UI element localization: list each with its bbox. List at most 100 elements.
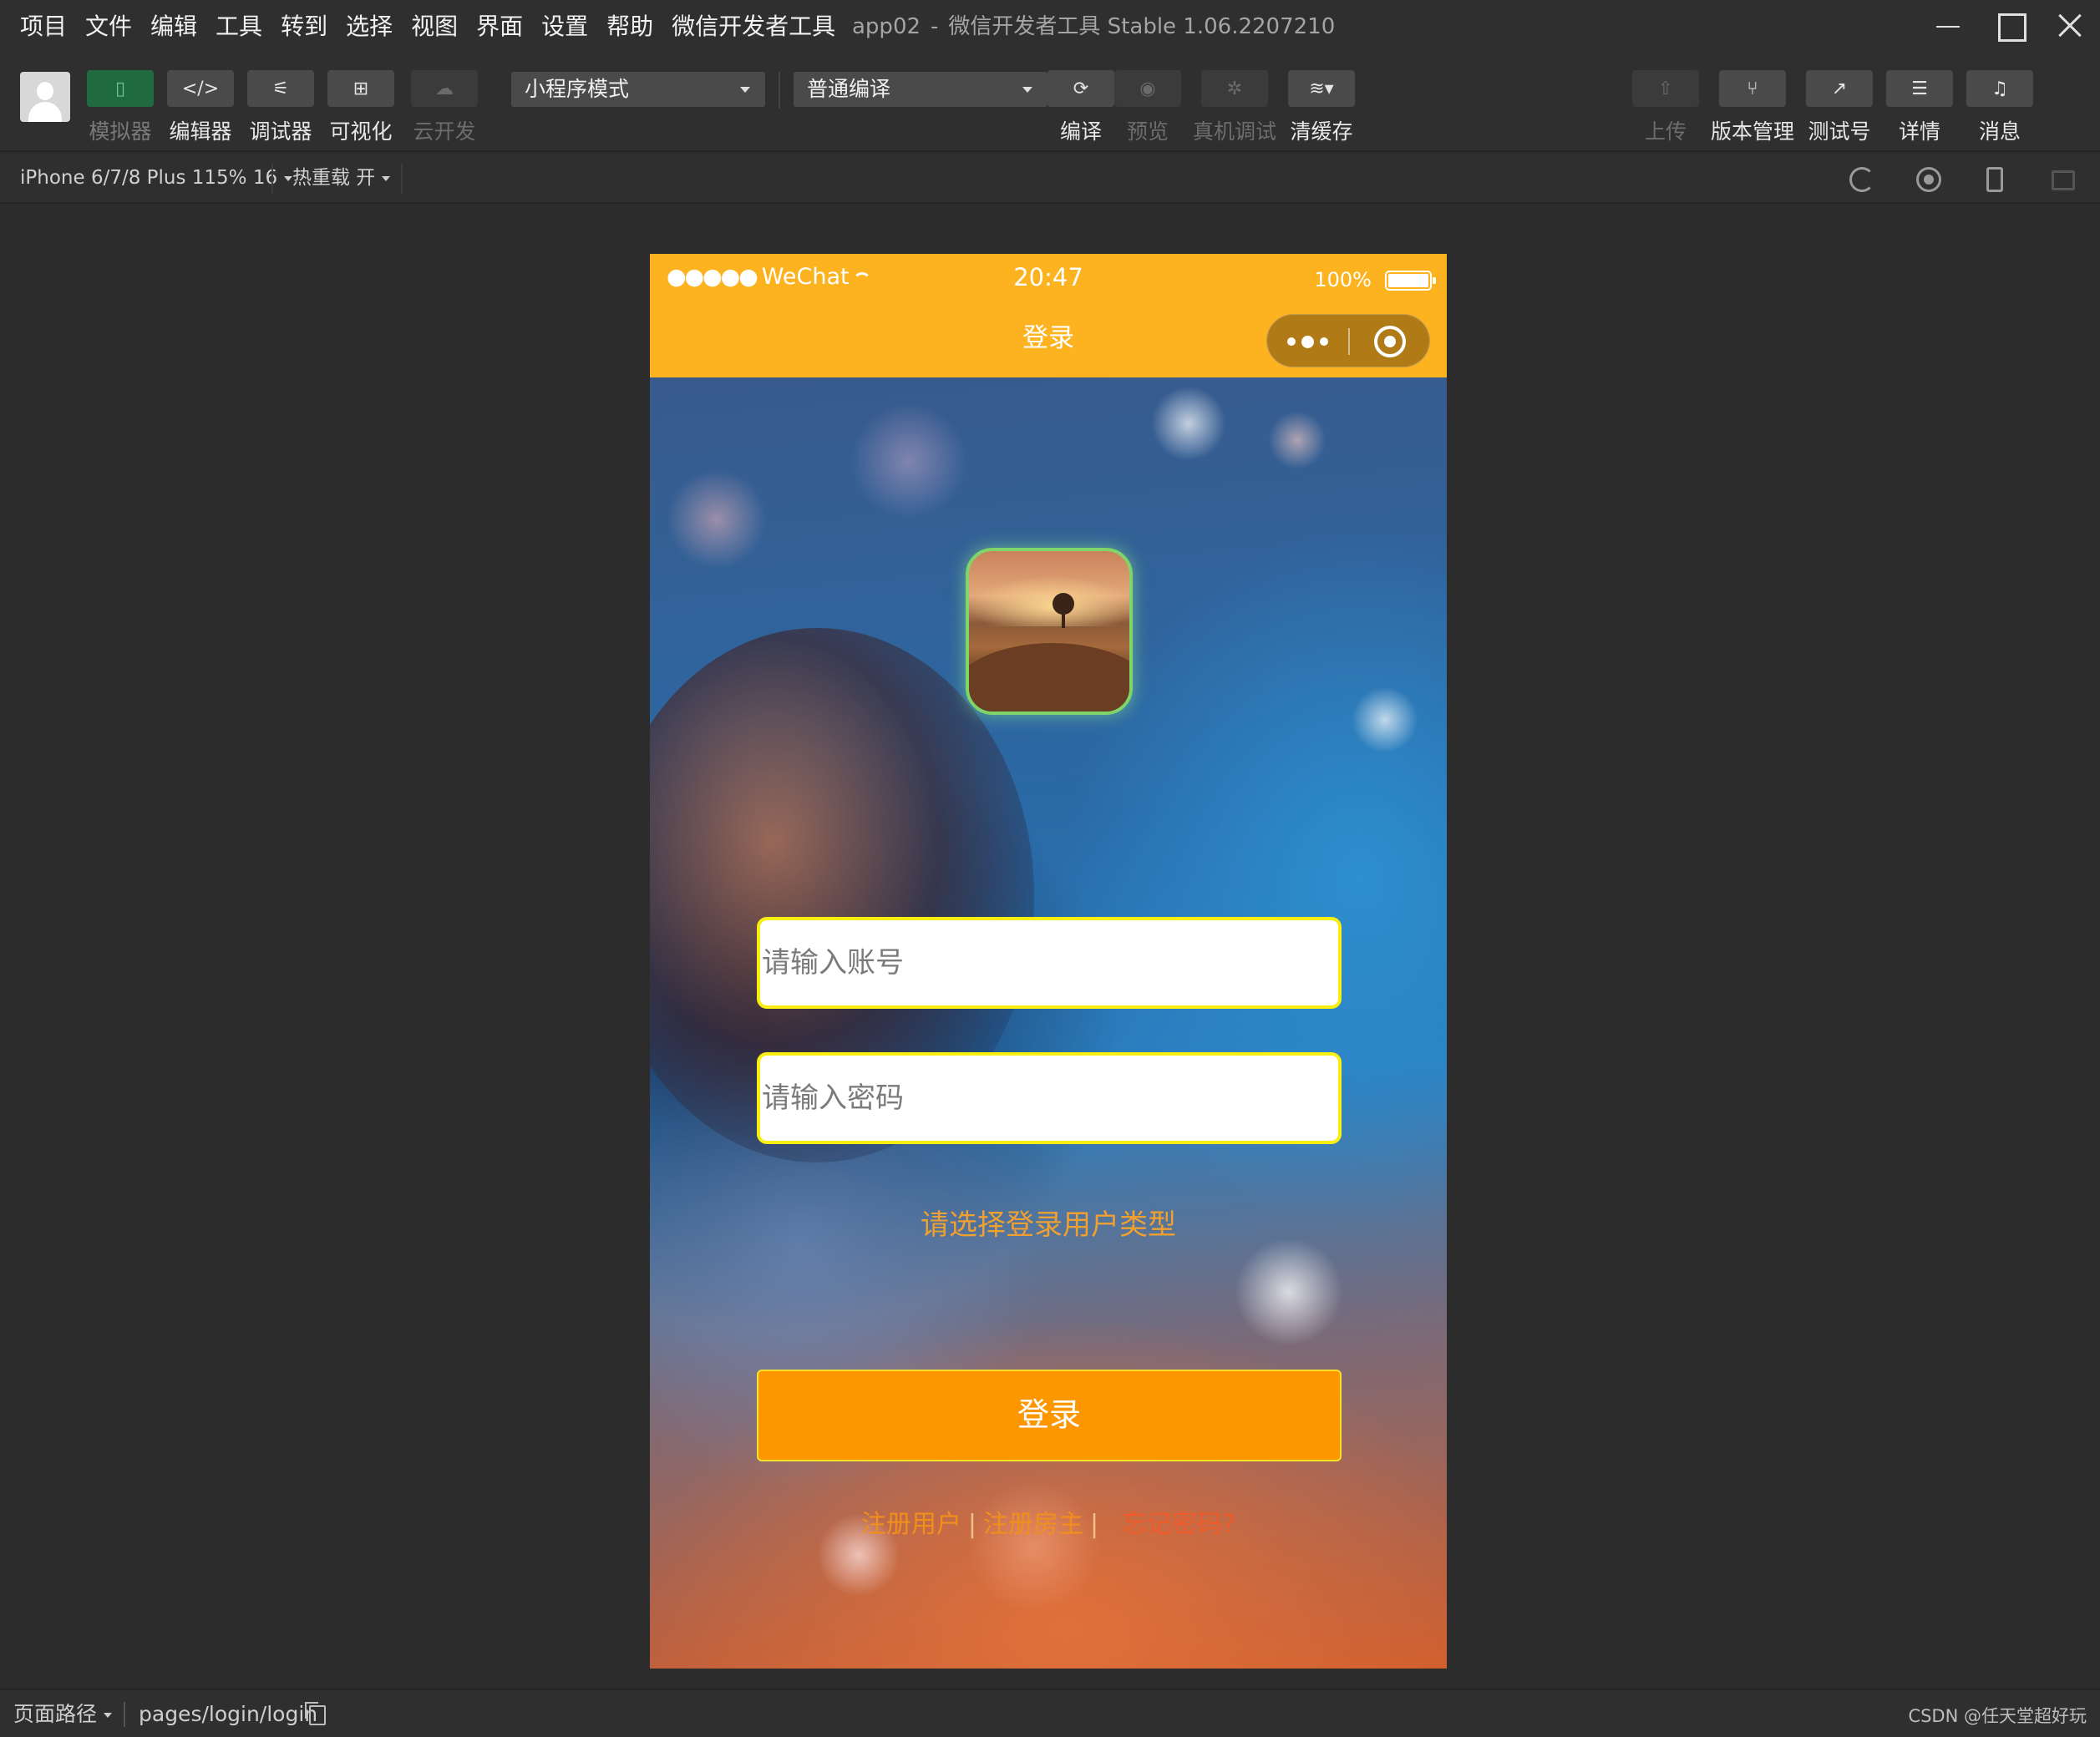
remote-debug-label: 真机调试 xyxy=(1192,119,1276,144)
background-bokeh xyxy=(1268,411,1326,469)
register-owner-link[interactable]: 注册房主 xyxy=(983,1510,1083,1539)
device-select-value: iPhone 6/7/8 Plus 115% 16 xyxy=(20,167,278,189)
messages-label: 消息 xyxy=(1978,119,2021,144)
project-name: app02 xyxy=(852,14,921,39)
clear-cache-label: 清缓存 xyxy=(1290,119,1353,144)
compile-select[interactable]: 普通编译 xyxy=(794,72,1047,107)
cloud-tool[interactable]: ☁ 云开发 xyxy=(411,70,478,145)
close-icon[interactable] xyxy=(2053,8,2090,45)
battery-icon xyxy=(1385,271,1436,291)
upload-button[interactable]: ⇧ 上传 xyxy=(1632,70,1699,145)
menu-view[interactable]: 视图 xyxy=(411,10,458,43)
test-account-button[interactable]: ↗ 测试号 xyxy=(1806,70,1873,145)
preview-label: 预览 xyxy=(1126,119,1169,144)
menu-project[interactable]: 项目 xyxy=(20,10,67,43)
title-separator: - xyxy=(931,14,939,39)
main-menu: 项目 文件 编辑 工具 转到 选择 视图 界面 设置 帮助 微信开发者工具 xyxy=(20,10,854,43)
details-button[interactable]: ☰ 详情 xyxy=(1886,70,1953,145)
menu-edit[interactable]: 编辑 xyxy=(150,10,197,43)
upload-icon: ⇧ xyxy=(1632,70,1699,107)
device-bar: iPhone 6/7/8 Plus 115% 16 热重载 开 xyxy=(0,154,2100,204)
preview-button[interactable]: ◉ 预览 xyxy=(1114,70,1181,145)
battery-percent: 100% xyxy=(1314,268,1372,291)
layout-icon: ⊞ xyxy=(327,70,394,107)
menu-help[interactable]: 帮助 xyxy=(606,10,653,43)
bug-icon: ✲ xyxy=(1201,70,1268,107)
copy-icon[interactable] xyxy=(305,1702,326,1725)
messages-button[interactable]: ♫ 消息 xyxy=(1966,70,2033,145)
capsule-menu xyxy=(1266,314,1430,367)
watermark: CSDN @任天堂超好玩 xyxy=(1908,1706,2087,1726)
menu-file[interactable]: 文件 xyxy=(85,10,132,43)
menu-interface[interactable]: 界面 xyxy=(476,10,523,43)
editor-tool[interactable]: </> 编辑器 xyxy=(167,70,234,145)
product-name: 微信开发者工具 Stable 1.06.2207210 xyxy=(948,14,1336,39)
visual-tool[interactable]: ⊞ 可视化 xyxy=(327,70,394,145)
menu-settings[interactable]: 设置 xyxy=(541,10,588,43)
mode-select[interactable]: 小程序模式 xyxy=(511,72,765,107)
password-input[interactable]: 请输入密码 xyxy=(757,1052,1342,1144)
simulator-tool[interactable]: ▯ 模拟器 xyxy=(87,70,154,145)
branch-icon: ⑂ xyxy=(1719,70,1786,107)
clear-cache-button[interactable]: ≋▾ 清缓存 xyxy=(1288,70,1355,145)
menu-lines-icon: ☰ xyxy=(1886,70,1953,107)
device-select[interactable]: iPhone 6/7/8 Plus 115% 16 xyxy=(20,165,293,190)
debugger-tool[interactable]: ⚟ 调试器 xyxy=(247,70,314,145)
compile-select-value: 普通编译 xyxy=(807,77,891,101)
code-icon: </> xyxy=(167,70,234,107)
avatar[interactable] xyxy=(20,72,70,122)
popout-window-icon[interactable] xyxy=(2052,170,2075,190)
menu-select[interactable]: 选择 xyxy=(346,10,393,43)
minimize-icon[interactable] xyxy=(1931,8,1968,45)
user-type-picker[interactable]: 请选择登录用户类型 xyxy=(650,1204,1447,1246)
close-miniprogram-icon[interactable] xyxy=(1374,326,1406,357)
app-logo xyxy=(966,548,1133,715)
version-label: 版本管理 xyxy=(1710,119,1794,144)
chevron-down-icon xyxy=(284,175,293,181)
toolbar-divider xyxy=(779,72,780,109)
menu-wechat-devtools[interactable]: 微信开发者工具 xyxy=(672,10,835,43)
eye-icon: ◉ xyxy=(1114,70,1181,107)
capsule-divider xyxy=(1348,328,1350,355)
background-bokeh xyxy=(1235,1238,1343,1346)
hot-reload-toggle[interactable]: 热重载 开 xyxy=(292,165,391,190)
chevron-down-icon xyxy=(382,175,391,181)
maximize-icon[interactable] xyxy=(1993,8,2030,45)
link-divider: | xyxy=(1090,1510,1099,1539)
background-bokeh xyxy=(967,1480,1101,1613)
chevron-down-icon xyxy=(740,87,750,93)
bell-icon: ♫ xyxy=(1966,70,2033,107)
divider xyxy=(401,164,403,194)
phone-status-bar: ●●●●● WeChat 20:47 100% xyxy=(650,254,1447,301)
nav-bar: 登录 xyxy=(650,301,1447,377)
page-path-toggle[interactable]: 页面路径 xyxy=(13,1700,113,1729)
account-input[interactable]: 请输入账号 xyxy=(757,917,1342,1009)
remote-debug-button[interactable]: ✲ 真机调试 xyxy=(1193,70,1276,145)
chevron-down-icon xyxy=(104,1713,113,1718)
login-button[interactable]: 登录 xyxy=(757,1370,1342,1461)
menu-goto[interactable]: 转到 xyxy=(281,10,327,43)
more-dots-icon[interactable] xyxy=(1267,315,1347,368)
record-icon[interactable] xyxy=(1916,167,1941,192)
phone-icon: ▯ xyxy=(87,70,154,107)
background-bokeh xyxy=(667,469,767,570)
bottom-status-bar: 页面路径 pages/login/login CSDN @任天堂超好玩 xyxy=(0,1689,2100,1737)
page-path: pages/login/login xyxy=(139,1702,318,1726)
external-link-icon: ↗ xyxy=(1806,70,1873,107)
phone-icon[interactable] xyxy=(1986,167,2003,192)
background-bokeh xyxy=(1352,686,1418,753)
mode-select-value: 小程序模式 xyxy=(525,77,630,101)
layers-icon: ≋▾ xyxy=(1288,70,1355,107)
cloud-label: 云开发 xyxy=(413,119,476,144)
cloud-icon: ☁ xyxy=(411,70,478,107)
forgot-password-link[interactable]: 忘记密码? xyxy=(1122,1510,1235,1539)
version-button[interactable]: ⑂ 版本管理 xyxy=(1711,70,1794,145)
upload-label: 上传 xyxy=(1644,119,1687,144)
window-title: app02- 微信开发者工具 Stable 1.06.2207210 xyxy=(852,10,1335,43)
sliders-icon: ⚟ xyxy=(247,70,314,107)
menu-tools[interactable]: 工具 xyxy=(216,10,262,43)
rotate-icon[interactable] xyxy=(1849,167,1874,192)
divider xyxy=(124,1702,125,1727)
page-path-label: 页面路径 xyxy=(13,1702,98,1726)
register-user-link[interactable]: 注册用户 xyxy=(861,1510,961,1539)
